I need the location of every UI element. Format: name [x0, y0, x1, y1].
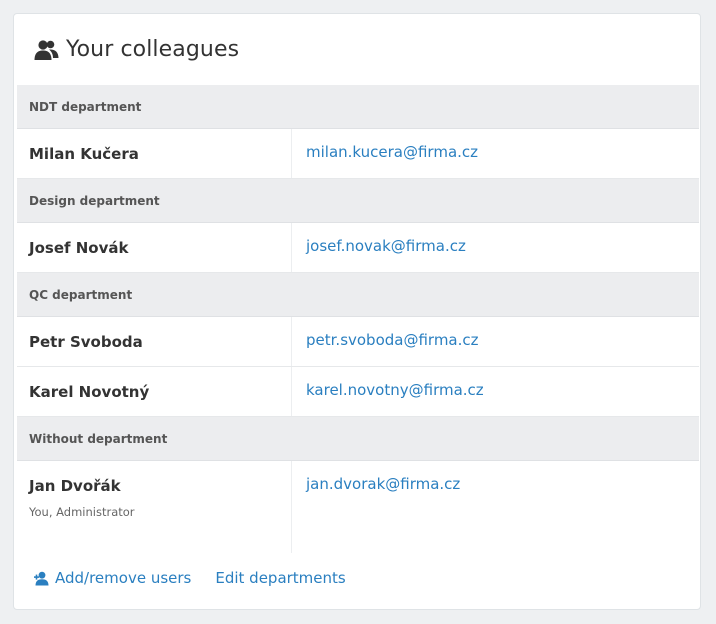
column-divider [291, 129, 292, 178]
colleagues-table: NDT department Milan Kučera milan.kucera… [17, 85, 699, 553]
table-row: Josef Novák josef.novak@firma.cz [17, 223, 699, 273]
colleague-email-link[interactable]: karel.novotny@firma.cz [306, 381, 484, 399]
department-header: Without department [17, 417, 699, 461]
column-divider [291, 223, 292, 272]
colleague-email-link[interactable]: jan.dvorak@firma.cz [306, 475, 460, 493]
colleague-email-link[interactable]: josef.novak@firma.cz [306, 237, 466, 255]
table-row: Jan Dvořák You, Administrator jan.dvorak… [17, 461, 699, 553]
colleague-name: Karel Novotný [29, 383, 150, 401]
table-row: Petr Svoboda petr.svoboda@firma.cz [17, 317, 699, 367]
add-user-icon [34, 571, 49, 585]
colleague-email-link[interactable]: milan.kucera@firma.cz [306, 143, 478, 161]
department-header: Design department [17, 179, 699, 223]
colleague-name: Josef Novák [29, 239, 129, 257]
card-header: Your colleagues [14, 14, 700, 85]
table-row: Karel Novotný karel.novotny@firma.cz [17, 367, 699, 417]
colleagues-card: Your colleagues NDT department Milan Kuč… [13, 13, 701, 610]
colleague-name: Milan Kučera [29, 145, 139, 163]
users-icon [34, 40, 59, 60]
edit-departments-link[interactable]: Edit departments [215, 569, 345, 587]
colleague-email-link[interactable]: petr.svoboda@firma.cz [306, 331, 479, 349]
table-row: Milan Kučera milan.kucera@firma.cz [17, 129, 699, 179]
card-actions: Add/remove users Edit departments [34, 569, 346, 587]
department-header: NDT department [17, 85, 699, 129]
column-divider [291, 317, 292, 366]
colleague-name: Jan Dvořák [29, 477, 121, 495]
department-header: QC department [17, 273, 699, 317]
add-remove-users-label: Add/remove users [55, 569, 192, 587]
column-divider [291, 461, 292, 553]
page-title: Your colleagues [66, 37, 240, 62]
add-remove-users-link[interactable]: Add/remove users [34, 569, 191, 587]
colleague-role-note: You, Administrator [29, 505, 135, 519]
colleague-name: Petr Svoboda [29, 333, 143, 351]
column-divider [291, 367, 292, 416]
